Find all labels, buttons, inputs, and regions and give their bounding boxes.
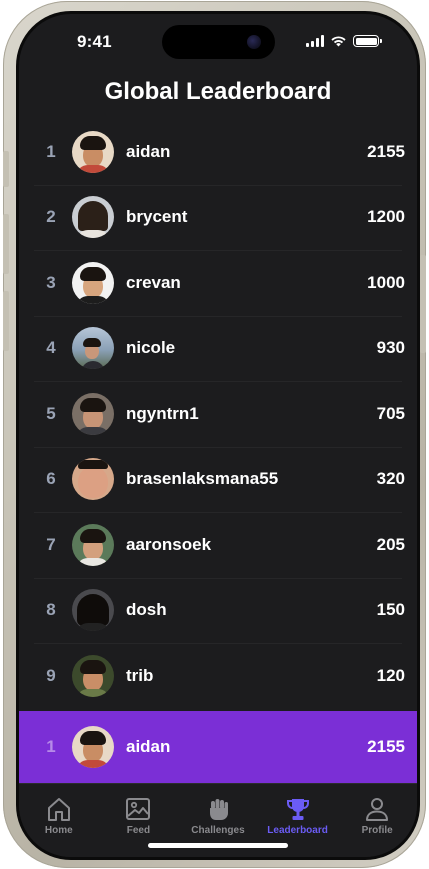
username[interactable]: brasenlaksmana55	[126, 469, 377, 489]
status-time: 9:41	[77, 32, 112, 51]
rank-number: 4	[46, 338, 56, 358]
username[interactable]: aaronsoek	[126, 535, 377, 555]
leaderboard-list: 1 aidan 2155 2 brycent 1200 3 crevan 100…	[19, 119, 417, 709]
volume-down-button	[3, 291, 9, 351]
rank-number: 5	[46, 403, 56, 423]
status-icons	[306, 35, 382, 47]
phone-frame: 9:41 Global Leaderboard 1 aidan 2155 2 b…	[3, 1, 426, 868]
avatar[interactable]	[72, 523, 114, 566]
person-icon	[366, 798, 389, 821]
rank-number: 7	[46, 534, 56, 554]
current-user-username[interactable]: aidan	[126, 737, 367, 757]
front-camera-icon	[247, 35, 261, 49]
home-icon	[47, 798, 70, 821]
volume-up-button	[3, 214, 9, 274]
page-title: Global Leaderboard	[104, 78, 332, 105]
leaderboard-row[interactable]: 9 trib 120	[19, 643, 417, 709]
tab-label: Home	[44, 825, 73, 836]
rank-number: 8	[46, 600, 56, 620]
wifi-icon	[331, 36, 346, 47]
avatar[interactable]	[72, 458, 114, 501]
username[interactable]: crevan	[126, 273, 367, 293]
leaderboard-row[interactable]: 4 nicole 930	[19, 315, 417, 382]
score: 930	[376, 338, 405, 358]
avatar[interactable]	[72, 261, 114, 304]
dynamic-island	[162, 25, 275, 59]
rank-number: 2	[46, 207, 56, 227]
username[interactable]: brycent	[126, 207, 367, 227]
power-button	[420, 255, 426, 353]
score: 705	[376, 403, 405, 423]
avatar[interactable]	[72, 654, 114, 697]
username[interactable]: nicole	[126, 338, 377, 358]
avatar[interactable]	[72, 589, 114, 632]
rank-number: 3	[46, 272, 56, 292]
tab-label: Challenges	[191, 825, 245, 836]
leaderboard-row[interactable]: 7 aaronsoek 205	[19, 512, 417, 578]
current-user-avatar[interactable]	[72, 726, 114, 768]
score: 320	[376, 469, 405, 489]
current-user-score: 2155	[367, 737, 405, 756]
avatar[interactable]	[72, 392, 114, 435]
fist-icon	[209, 799, 228, 820]
score: 1200	[367, 207, 405, 227]
home-indicator[interactable]	[148, 843, 288, 848]
status-bar: 9:41	[19, 14, 417, 68]
cellular-signal-icon	[306, 35, 324, 47]
avatar[interactable]	[72, 327, 114, 370]
leaderboard-row[interactable]: 3 crevan 1000	[19, 250, 417, 316]
tab-home[interactable]: Home	[19, 784, 99, 857]
username[interactable]: aidan	[126, 142, 367, 162]
score: 1000	[367, 272, 405, 292]
tab-label: Leaderboard	[267, 825, 328, 836]
score: 120	[376, 665, 405, 685]
rank-number: 6	[46, 469, 56, 489]
image-icon	[126, 798, 151, 820]
app-screen: 9:41 Global Leaderboard 1 aidan 2155 2 b…	[19, 14, 417, 857]
leaderboard-row[interactable]: 6 brasenlaksmana55 320	[19, 446, 417, 513]
tab-label: Feed	[126, 825, 151, 836]
leaderboard-row[interactable]: 5 ngyntrn1 705	[19, 381, 417, 447]
mute-switch	[3, 151, 9, 187]
current-user-rank: 1	[46, 737, 56, 756]
avatar[interactable]	[72, 196, 114, 239]
username[interactable]: ngyntrn1	[126, 404, 377, 424]
rank-number: 9	[46, 665, 56, 685]
avatar[interactable]	[72, 130, 114, 173]
score: 150	[376, 600, 405, 620]
leaderboard-row[interactable]: 2 brycent 1200	[19, 184, 417, 251]
trophy-icon	[286, 799, 309, 820]
tab-label: Profile	[361, 825, 393, 836]
battery-icon	[353, 35, 382, 47]
username[interactable]: trib	[126, 666, 377, 686]
tab-profile[interactable]: Profile	[337, 784, 417, 857]
current-user-row[interactable]: 1 aidan 2155	[19, 711, 417, 783]
username[interactable]: dosh	[126, 600, 377, 620]
leaderboard-row[interactable]: 1 aidan 2155	[19, 119, 417, 185]
rank-number: 1	[46, 141, 56, 161]
score: 2155	[367, 141, 405, 161]
leaderboard-row[interactable]: 8 dosh 150	[19, 577, 417, 644]
score: 205	[376, 534, 405, 554]
